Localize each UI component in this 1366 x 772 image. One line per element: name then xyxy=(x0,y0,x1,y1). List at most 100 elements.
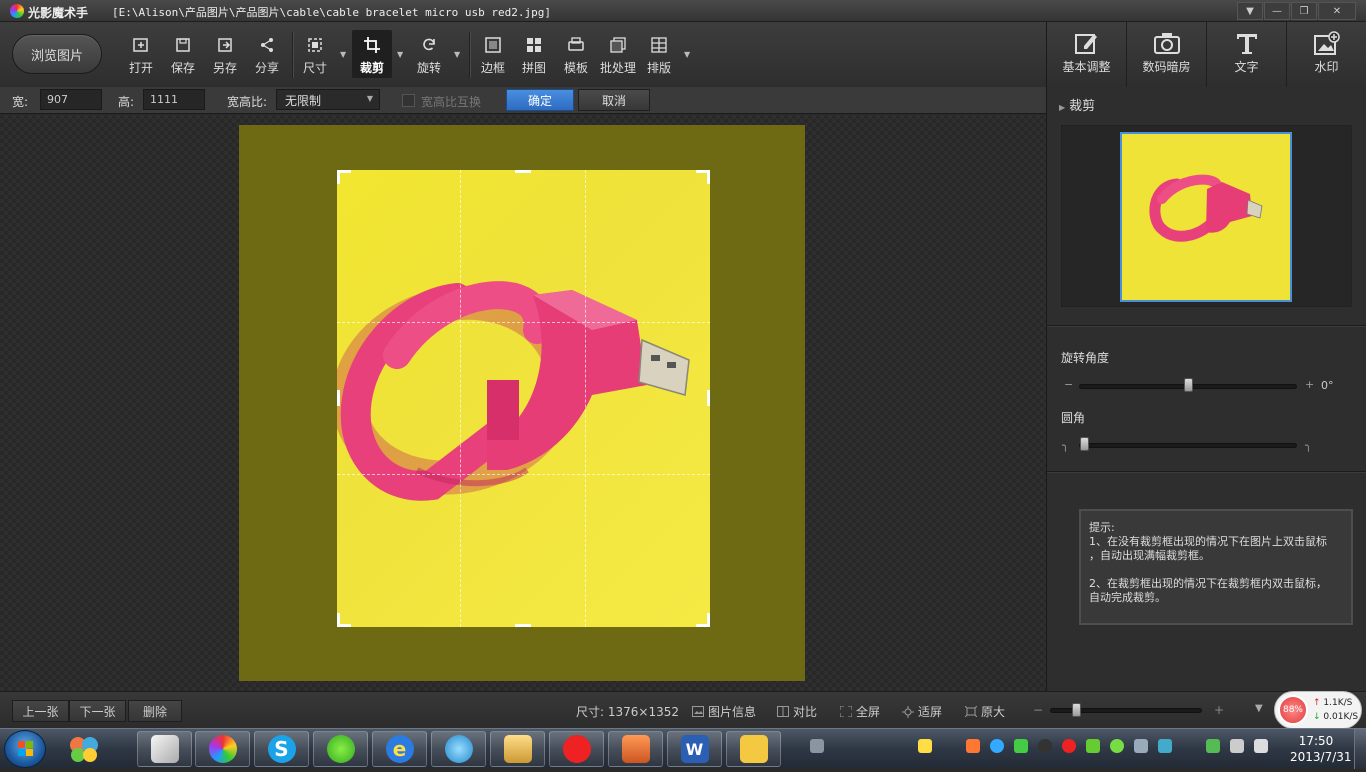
corner-slider-track[interactable] xyxy=(1079,443,1297,448)
save-button[interactable]: 保存 xyxy=(163,30,203,78)
system-clock[interactable]: 17:50 2013/7/31 xyxy=(1290,733,1352,765)
zoom-slider-thumb[interactable] xyxy=(1072,703,1082,717)
taskbar-app[interactable] xyxy=(431,731,486,767)
crop-handle-bottom-right[interactable] xyxy=(696,613,710,627)
zoom-in-icon[interactable]: + xyxy=(1214,703,1224,717)
resize-button[interactable]: 尺寸 xyxy=(295,30,335,78)
start-button[interactable] xyxy=(4,730,46,768)
taskbar-app-active[interactable] xyxy=(195,731,250,767)
template-button[interactable]: 模板 xyxy=(556,30,596,78)
crop-options-bar: 宽: 907 高: 1111 宽高比: 无限制 ▼ 宽高比互换 确定 取消 xyxy=(0,87,1046,114)
compare-button[interactable]: 对比 xyxy=(777,703,817,720)
fullscreen-button[interactable]: 全屏 xyxy=(840,703,880,720)
confirm-button[interactable]: 确定 xyxy=(506,89,574,111)
taskbar-app[interactable] xyxy=(313,731,368,767)
close-button[interactable]: ✕ xyxy=(1318,2,1356,20)
volume-icon[interactable] xyxy=(1254,739,1268,753)
border-button[interactable]: 边框 xyxy=(473,30,513,78)
crop-handle-top-right[interactable] xyxy=(696,170,710,184)
actual-size-button[interactable]: 原大 xyxy=(965,703,1005,720)
image-info-button[interactable]: 图片信息 xyxy=(692,703,756,720)
crop-handle-bottom[interactable] xyxy=(515,624,531,627)
tray-app-icon[interactable] xyxy=(990,739,1004,753)
layout-button[interactable]: 排版 xyxy=(639,30,679,78)
taskbar-app[interactable] xyxy=(137,731,192,767)
tray-app-icon[interactable] xyxy=(918,739,932,753)
rotate-plus-icon[interactable]: + xyxy=(1305,378,1314,391)
collage-button[interactable]: 拼图 xyxy=(514,30,554,78)
panel-divider xyxy=(1047,325,1366,326)
bracelet-photo xyxy=(337,281,690,501)
tab-text[interactable]: 文字 xyxy=(1207,22,1287,87)
tray-app-icon[interactable] xyxy=(1086,739,1100,753)
taskbar-app[interactable]: e xyxy=(372,731,427,767)
corner-slider-thumb[interactable] xyxy=(1080,437,1089,451)
fit-screen-button[interactable]: 适屏 xyxy=(902,703,942,720)
red-app-icon xyxy=(562,735,591,763)
keyboard-icon[interactable] xyxy=(810,739,824,753)
word-icon: W xyxy=(680,735,709,763)
width-input[interactable]: 907 xyxy=(40,89,102,110)
save-as-button[interactable]: 另存 xyxy=(205,30,245,78)
app-title: 光影魔术手 xyxy=(28,6,89,20)
network-monitor[interactable]: 88% ↑ 1.1K/S ↓ 0.01K/S xyxy=(1274,691,1362,729)
prev-image-button[interactable]: 上一张 xyxy=(12,700,69,722)
maximize-button[interactable]: ❐ xyxy=(1291,2,1317,20)
rotate-button[interactable]: 旋转 xyxy=(409,30,449,78)
ratio-select[interactable]: 无限制 ▼ xyxy=(276,89,380,110)
show-desktop-button[interactable] xyxy=(1354,729,1366,769)
tray-app-icon[interactable] xyxy=(1110,739,1124,753)
pinned-app-icon[interactable] xyxy=(62,733,106,765)
taskbar-app[interactable] xyxy=(490,731,545,767)
crop-frame[interactable] xyxy=(337,170,710,627)
device-icon[interactable] xyxy=(1230,739,1244,753)
rotate-slider-thumb[interactable] xyxy=(1184,378,1193,392)
crop-handle-bottom-left[interactable] xyxy=(337,613,351,627)
minimize-button[interactable]: — xyxy=(1264,2,1290,20)
open-button[interactable]: 打开 xyxy=(121,30,161,78)
memory-usage: 88% xyxy=(1278,695,1308,725)
crop-handle-left[interactable] xyxy=(337,390,340,406)
taskbar-app[interactable]: W xyxy=(667,731,722,767)
tray-app-icon[interactable] xyxy=(966,739,980,753)
crop-button[interactable]: 裁剪 xyxy=(352,30,392,78)
taskbar-app[interactable] xyxy=(608,731,663,767)
crop-handle-top[interactable] xyxy=(515,170,531,173)
resize-dropdown-icon[interactable]: ▼ xyxy=(340,50,350,60)
tab-darkroom[interactable]: 数码暗房 xyxy=(1127,22,1207,87)
equalizer-icon[interactable] xyxy=(1158,739,1172,753)
browse-images-button[interactable]: 浏览图片 xyxy=(12,34,102,74)
batch-button[interactable]: 批处理 xyxy=(598,30,638,78)
taskbar-app[interactable] xyxy=(549,731,604,767)
crop-handle-top-left[interactable] xyxy=(337,170,351,184)
rotate-minus-icon[interactable]: − xyxy=(1064,378,1073,391)
height-input[interactable]: 1111 xyxy=(143,89,205,110)
view-dropdown-icon[interactable]: ▼ xyxy=(1255,703,1263,714)
more-dropdown-icon[interactable]: ▼ xyxy=(684,50,694,60)
swap-ratio-checkbox[interactable] xyxy=(402,94,415,107)
tab-basic-adjust[interactable]: 基本调整 xyxy=(1047,22,1127,87)
cancel-button[interactable]: 取消 xyxy=(578,89,650,111)
crop-handle-right[interactable] xyxy=(707,390,710,406)
tray-app-icon[interactable] xyxy=(1134,739,1148,753)
crop-dropdown-icon[interactable]: ▼ xyxy=(397,50,407,60)
pencil-square-icon xyxy=(1074,30,1100,56)
tray-app-icon[interactable] xyxy=(1014,739,1028,753)
delete-button[interactable]: 删除 xyxy=(128,700,182,722)
share-button[interactable]: 分享 xyxy=(247,30,287,78)
taskbar-app[interactable]: S xyxy=(254,731,309,767)
tab-watermark[interactable]: 水印 xyxy=(1287,22,1366,87)
rotate-dropdown-icon[interactable]: ▼ xyxy=(454,50,464,60)
menu-button[interactable]: ▼ xyxy=(1237,2,1263,20)
preview-thumbnail[interactable] xyxy=(1120,132,1292,302)
taskbar-app[interactable] xyxy=(726,731,781,767)
network-icon[interactable] xyxy=(1206,739,1220,753)
zoom-out-icon[interactable]: − xyxy=(1033,703,1043,717)
tray-app-icon[interactable] xyxy=(1062,739,1076,753)
corner-small-icon: ╮ xyxy=(1062,439,1069,452)
file-path: [E:\Alison\产品图片\产品图片\cable\cable bracele… xyxy=(112,6,551,19)
next-image-button[interactable]: 下一张 xyxy=(69,700,126,722)
toolbar-divider xyxy=(292,32,293,78)
notes-icon xyxy=(739,735,768,763)
qq-icon[interactable] xyxy=(1038,739,1052,753)
